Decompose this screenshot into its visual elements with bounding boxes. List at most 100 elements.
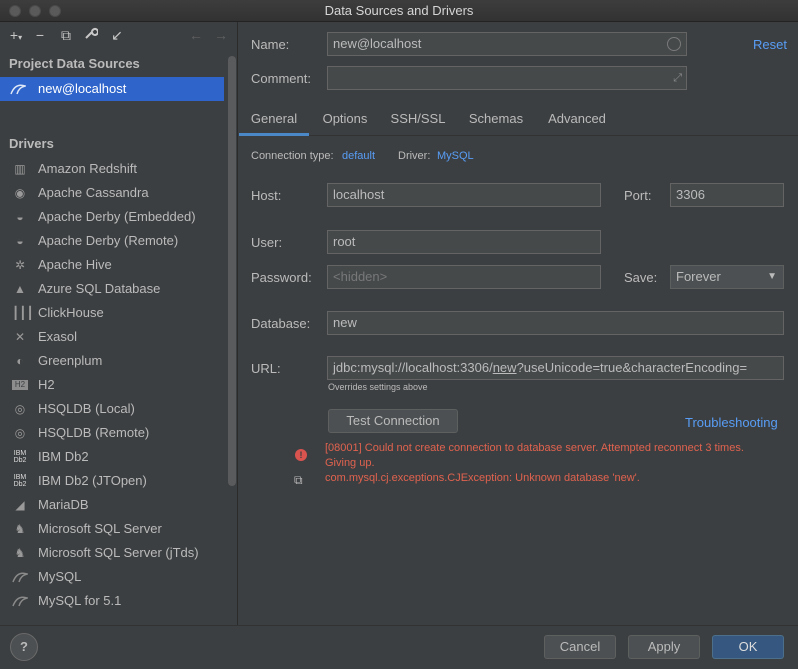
- password-field[interactable]: <hidden>: [327, 265, 601, 289]
- color-circle-icon[interactable]: [667, 37, 681, 51]
- driver-item-hsqldb-remote[interactable]: ◎ HSQLDB (Remote): [0, 421, 224, 445]
- error-icon: !: [295, 449, 307, 461]
- plus-icon[interactable]: +▾: [7, 26, 25, 44]
- save-select[interactable]: Forever ▼: [670, 265, 784, 289]
- copy-icon[interactable]: ⧉: [57, 26, 75, 44]
- driver-label: Microsoft SQL Server (jTds): [38, 545, 199, 560]
- driver-link[interactable]: MySQL: [437, 150, 474, 162]
- tab-ssh-ssl[interactable]: SSH/SSL: [383, 102, 453, 136]
- driver-label: Driver:: [398, 150, 431, 162]
- driver-item-mysql-5-1[interactable]: MySQL for 5.1: [0, 589, 224, 613]
- connection-type-link[interactable]: default: [342, 150, 375, 162]
- user-label: User:: [251, 235, 283, 250]
- driver-label: Amazon Redshift: [38, 161, 137, 176]
- tab-options[interactable]: Options: [313, 102, 377, 136]
- derby-icon: ◒: [16, 210, 24, 224]
- error-line-1: [08001] Could not create connection to d…: [325, 442, 744, 454]
- greenplum-icon: ◐: [16, 354, 24, 368]
- user-field[interactable]: root: [327, 230, 601, 254]
- mysql-icon: [12, 570, 30, 584]
- troubleshooting-link[interactable]: Troubleshooting: [685, 415, 778, 430]
- chevron-down-icon: ▼: [767, 271, 777, 282]
- hsqldb-icon: ◎: [14, 402, 26, 416]
- driver-label: HSQLDB (Local): [38, 401, 135, 416]
- url-prefix: jdbc:mysql://localhost:3306/: [333, 360, 493, 375]
- name-value: new@localhost: [333, 36, 422, 51]
- driver-item-amazon-redshift[interactable]: ▥ Amazon Redshift: [0, 157, 224, 181]
- test-connection-button[interactable]: Test Connection: [328, 409, 458, 433]
- driver-label: MySQL: [38, 569, 82, 584]
- comment-label: Comment:: [251, 71, 311, 86]
- driver-item-microsoft-sql-server-jtds[interactable]: ♞ Microsoft SQL Server (jTds): [0, 541, 224, 565]
- driver-item-azure-sql-database[interactable]: ▲ Azure SQL Database: [0, 277, 224, 301]
- back-arrow-icon[interactable]: ←: [187, 26, 205, 44]
- exasol-icon: ✕: [14, 330, 26, 344]
- sidebar-scrollbar[interactable]: [228, 56, 236, 486]
- window-title: Data Sources and Drivers: [324, 3, 474, 18]
- hive-icon: ✲: [14, 258, 26, 272]
- url-field[interactable]: jdbc:mysql://localhost:3306/new?useUnico…: [327, 356, 784, 380]
- tab-advanced[interactable]: Advanced: [539, 102, 615, 136]
- driver-item-apache-derby-embedded[interactable]: ◒ Apache Derby (Embedded): [0, 205, 224, 229]
- settings-tabs: General Options SSH/SSL Schemas Advanced: [239, 102, 798, 136]
- dialog-footer: ? Cancel Apply OK: [0, 625, 798, 669]
- wrench-icon[interactable]: [82, 26, 100, 44]
- project-data-sources-header: Project Data Sources: [9, 56, 140, 71]
- tab-schemas[interactable]: Schemas: [461, 102, 531, 136]
- host-label: Host:: [251, 188, 282, 203]
- data-source-new-localhost[interactable]: new@localhost: [0, 77, 224, 101]
- driver-item-apache-derby-remote[interactable]: ◒ Apache Derby (Remote): [0, 229, 224, 253]
- expand-icon[interactable]: ⤢: [673, 67, 682, 89]
- apply-button[interactable]: Apply: [628, 635, 700, 659]
- cancel-button[interactable]: Cancel: [544, 635, 616, 659]
- driver-item-microsoft-sql-server[interactable]: ♞ Microsoft SQL Server: [0, 517, 224, 541]
- driver-item-apache-hive[interactable]: ✲ Apache Hive: [0, 253, 224, 277]
- driver-item-clickhouse[interactable]: ┃┃┃ ClickHouse: [0, 301, 224, 325]
- mysql-icon: [10, 82, 28, 96]
- driver-item-exasol[interactable]: ✕ Exasol: [0, 325, 224, 349]
- name-field[interactable]: new@localhost: [327, 32, 687, 56]
- db2-icon: IBM Db2: [13, 450, 27, 464]
- save-value: Forever: [676, 269, 721, 284]
- url-suffix: ?useUnicode=true&characterEncoding=: [516, 360, 748, 375]
- database-field[interactable]: new: [327, 311, 784, 335]
- driver-item-mysql[interactable]: MySQL: [0, 565, 224, 589]
- error-line-2: Giving up.: [325, 457, 375, 469]
- sqlserver-icon: ♞: [14, 546, 26, 560]
- title-bar: Data Sources and Drivers: [0, 0, 798, 22]
- import-icon[interactable]: ↙: [108, 26, 126, 44]
- driver-label: IBM Db2: [38, 449, 89, 464]
- copy-error-icon[interactable]: ⧉: [294, 473, 303, 488]
- host-field[interactable]: localhost: [327, 183, 601, 207]
- driver-item-hsqldb-local[interactable]: ◎ HSQLDB (Local): [0, 397, 224, 421]
- driver-label: HSQLDB (Remote): [38, 425, 150, 440]
- hsqldb-icon: ◎: [14, 426, 26, 440]
- url-database-part: new: [492, 360, 517, 375]
- driver-label: MySQL for 5.1: [38, 593, 122, 608]
- driver-item-ibm-db2-jtopen[interactable]: IBM Db2 IBM Db2 (JTOpen): [0, 469, 224, 493]
- port-field[interactable]: 3306: [670, 183, 784, 207]
- db2-icon: IBM Db2: [13, 474, 27, 488]
- minus-icon[interactable]: −: [31, 26, 49, 44]
- driver-item-apache-cassandra[interactable]: ◉ Apache Cassandra: [0, 181, 224, 205]
- sidebar-toolbar: +▾ − ⧉ ↙ ← →: [0, 22, 237, 50]
- database-label: Database:: [251, 316, 311, 331]
- save-label: Save:: [624, 270, 658, 285]
- redshift-icon: ▥: [14, 162, 26, 176]
- driver-label: Microsoft SQL Server: [38, 521, 162, 536]
- driver-label: Apache Derby (Embedded): [38, 209, 196, 224]
- cassandra-icon: ◉: [14, 186, 26, 200]
- driver-item-mariadb[interactable]: ◢ MariaDB: [0, 493, 224, 517]
- ok-button[interactable]: OK: [712, 635, 784, 659]
- help-button[interactable]: ?: [10, 633, 38, 661]
- driver-item-ibm-db2[interactable]: IBM Db2 IBM Db2: [0, 445, 224, 469]
- driver-label: Apache Derby (Remote): [38, 233, 179, 248]
- driver-label: H2: [38, 377, 55, 392]
- driver-item-greenplum[interactable]: ◐ Greenplum: [0, 349, 224, 373]
- comment-field[interactable]: ⤢: [327, 66, 687, 90]
- tab-general[interactable]: General: [239, 102, 309, 136]
- reset-link[interactable]: Reset: [753, 37, 787, 52]
- driver-label: Apache Cassandra: [38, 185, 149, 200]
- driver-item-h2[interactable]: H2 H2: [0, 373, 224, 397]
- forward-arrow-icon[interactable]: →: [212, 26, 230, 44]
